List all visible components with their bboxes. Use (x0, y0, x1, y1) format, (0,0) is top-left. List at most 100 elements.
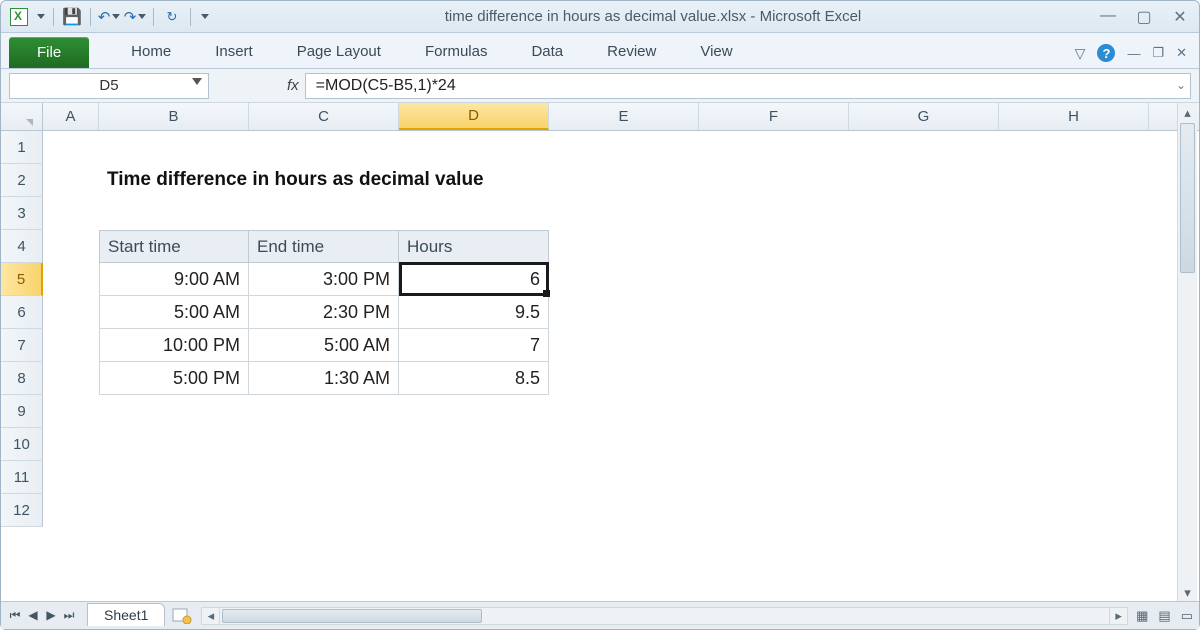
normal-view-icon[interactable]: ▦ (1136, 608, 1148, 624)
cell-e1[interactable] (549, 131, 699, 164)
cell-b5[interactable]: 9:00 AM (99, 263, 249, 296)
tab-data[interactable]: Data (509, 35, 585, 68)
ribbon-minimize-icon[interactable]: ▽ (1075, 45, 1086, 62)
formula-bar[interactable]: =MOD(C5-B5,1)*24 ⌄ (305, 73, 1191, 99)
workbook-close-icon[interactable]: ✕ (1176, 45, 1187, 61)
cell-c5[interactable]: 3:00 PM (249, 263, 399, 296)
col-header-h[interactable]: H (999, 103, 1149, 130)
col-header-f[interactable]: F (699, 103, 849, 130)
cell-g1[interactable] (849, 131, 999, 164)
cell-b1[interactable] (99, 131, 249, 164)
row-header-2[interactable]: 2 (1, 164, 43, 197)
cell-a1[interactable] (43, 131, 99, 164)
hscroll-right-icon[interactable]: ▸ (1109, 608, 1127, 624)
row-header-10[interactable]: 10 (1, 428, 43, 461)
name-box-value: D5 (99, 77, 118, 94)
worksheet-grid[interactable]: A B C D E F G H 1 2 Time difference in h… (1, 103, 1199, 603)
tab-insert[interactable]: Insert (193, 35, 275, 68)
cell-d6[interactable]: 9.5 (399, 296, 549, 329)
workbook-minimize-icon[interactable]: ― (1127, 46, 1140, 61)
column-headers: A B C D E F G H (1, 103, 1199, 131)
cell-d7[interactable]: 7 (399, 329, 549, 362)
row-header-3[interactable]: 3 (1, 197, 43, 230)
workbook-restore-icon[interactable]: ❐ (1152, 45, 1164, 61)
col-header-g[interactable]: G (849, 103, 999, 130)
row-header-9[interactable]: 9 (1, 395, 43, 428)
new-sheet-icon[interactable] (171, 607, 193, 625)
scroll-down-icon[interactable]: ▾ (1178, 583, 1197, 603)
table-header-end[interactable]: End time (249, 230, 399, 263)
name-box[interactable]: D5 (9, 73, 209, 99)
row-header-6[interactable]: 6 (1, 296, 43, 329)
scroll-thumb[interactable] (1180, 123, 1195, 273)
qat-customize-icon[interactable] (201, 14, 209, 19)
cell-d5[interactable]: 6 (399, 263, 549, 296)
tab-view[interactable]: View (678, 35, 754, 68)
sheet-next-icon[interactable]: ▶ (43, 608, 59, 623)
row-header-4[interactable]: 4 (1, 230, 43, 263)
row-header-12[interactable]: 12 (1, 494, 43, 527)
redo-icon[interactable]: ↷ (125, 7, 145, 27)
page-layout-view-icon[interactable]: ▤ (1158, 608, 1170, 624)
file-tab[interactable]: File (9, 37, 89, 68)
sheet-last-icon[interactable]: ⏭ (61, 608, 77, 623)
expand-formula-icon[interactable]: ⌄ (1176, 78, 1186, 92)
sheet-prev-icon[interactable]: ◀ (25, 608, 41, 623)
fx-icon[interactable]: fx (287, 77, 299, 94)
tab-home[interactable]: Home (109, 35, 193, 68)
col-header-e[interactable]: E (549, 103, 699, 130)
scroll-up-icon[interactable]: ▴ (1178, 103, 1197, 123)
hscroll-left-icon[interactable]: ◂ (202, 608, 220, 624)
tab-review[interactable]: Review (585, 35, 678, 68)
close-button[interactable]: ✕ (1169, 7, 1191, 27)
col-header-d[interactable]: D (399, 103, 549, 130)
vertical-scrollbar[interactable]: ▴ ▾ (1177, 103, 1197, 603)
minimize-button[interactable]: ― (1097, 7, 1119, 27)
save-icon[interactable]: 💾 (62, 7, 82, 27)
cell-c6[interactable]: 2:30 PM (249, 296, 399, 329)
page-break-view-icon[interactable]: ▭ (1181, 608, 1193, 624)
namebox-dropdown-icon[interactable] (192, 78, 202, 85)
excel-icon[interactable] (9, 7, 29, 27)
cell-d1[interactable] (399, 131, 549, 164)
table-header-hours[interactable]: Hours (399, 230, 549, 263)
titlebar: 💾 ↶ ↷ ↻ time difference in hours as deci… (1, 1, 1199, 33)
row-header-5[interactable]: 5 (1, 263, 43, 296)
window-controls: ― ▢ ✕ (1097, 7, 1191, 27)
maximize-button[interactable]: ▢ (1133, 7, 1155, 27)
hscroll-thumb[interactable] (222, 609, 482, 623)
window-title: time difference in hours as decimal valu… (209, 8, 1097, 25)
view-shortcuts: ▦ ▤ ▭ (1136, 608, 1193, 624)
tab-page-layout[interactable]: Page Layout (275, 35, 403, 68)
formula-text: =MOD(C5-B5,1)*24 (316, 77, 456, 95)
col-header-b[interactable]: B (99, 103, 249, 130)
undo-icon[interactable]: ↶ (99, 7, 119, 27)
cell-b8[interactable]: 5:00 PM (99, 362, 249, 395)
cell-f1[interactable] (699, 131, 849, 164)
cell-c7[interactable]: 5:00 AM (249, 329, 399, 362)
row-header-11[interactable]: 11 (1, 461, 43, 494)
qat-menu-icon[interactable] (37, 14, 45, 19)
horizontal-scrollbar[interactable]: ◂ ▸ (201, 607, 1128, 625)
cell-b2-heading[interactable]: Time difference in hours as decimal valu… (99, 164, 699, 197)
col-header-c[interactable]: C (249, 103, 399, 130)
row-header-7[interactable]: 7 (1, 329, 43, 362)
cell-b6[interactable]: 5:00 AM (99, 296, 249, 329)
sheet-first-icon[interactable]: ⏮ (7, 608, 23, 623)
row-header-1[interactable]: 1 (1, 131, 43, 164)
cell-c1[interactable] (249, 131, 399, 164)
sheet-nav-buttons: ⏮ ◀ ▶ ⏭ (7, 608, 77, 623)
table-header-start[interactable]: Start time (99, 230, 249, 263)
cell-b7[interactable]: 10:00 PM (99, 329, 249, 362)
col-header-a[interactable]: A (43, 103, 99, 130)
cell-h1[interactable] (999, 131, 1149, 164)
row-header-8[interactable]: 8 (1, 362, 43, 395)
refresh-icon[interactable]: ↻ (162, 7, 182, 27)
cell-c8[interactable]: 1:30 AM (249, 362, 399, 395)
help-icon[interactable]: ? (1097, 44, 1115, 62)
select-all-button[interactable] (1, 103, 43, 130)
cell-a2[interactable] (43, 164, 99, 197)
tab-formulas[interactable]: Formulas (403, 35, 510, 68)
sheet-tab-sheet1[interactable]: Sheet1 (87, 603, 165, 626)
cell-d8[interactable]: 8.5 (399, 362, 549, 395)
